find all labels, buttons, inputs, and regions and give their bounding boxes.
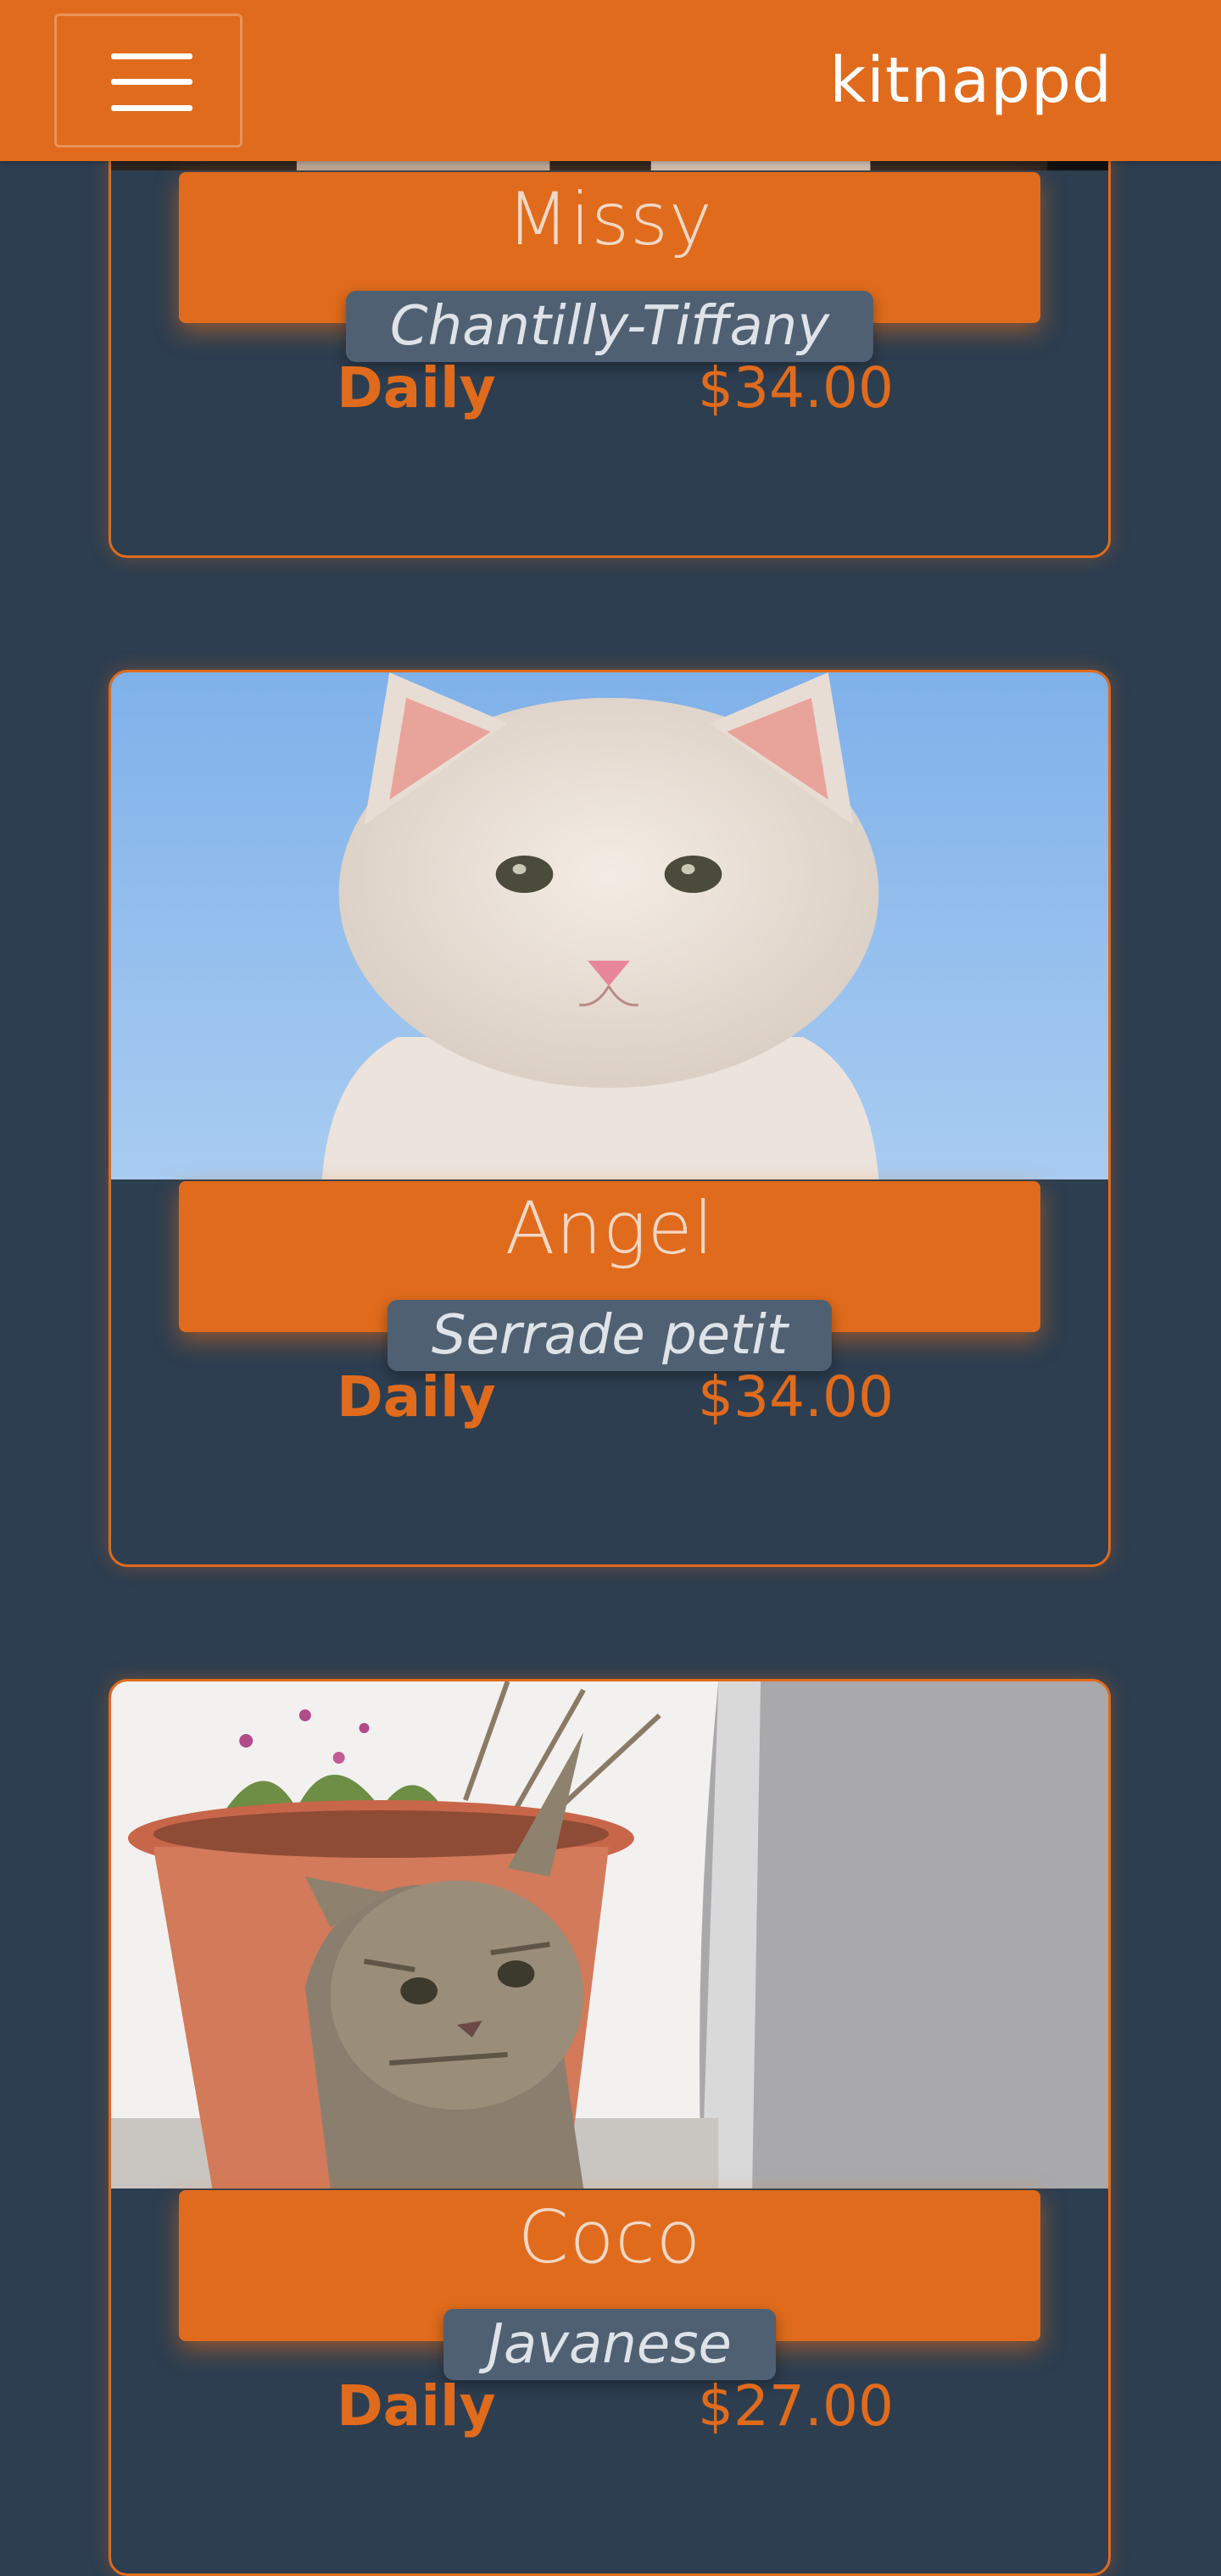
- hamburger-menu-icon-line: [111, 105, 192, 111]
- hamburger-menu-button[interactable]: [54, 14, 243, 148]
- rate-label: Daily: [337, 1364, 496, 1430]
- rate-price: $34.00: [698, 1364, 894, 1430]
- top-navbar: kitnappd: [0, 0, 1221, 161]
- kitten-photo: [111, 1681, 1108, 2188]
- hamburger-menu-icon: [111, 53, 192, 59]
- rate-label: Daily: [337, 355, 496, 421]
- rate-label: Daily: [337, 2373, 496, 2439]
- kitten-card[interactable]: Angel Serrade petit Daily $34.00: [109, 670, 1111, 1567]
- brand-link[interactable]: kitnappd: [829, 0, 1112, 161]
- kitten-card[interactable]: Coco Javanese Daily $27.00: [109, 1679, 1111, 2576]
- hamburger-menu-icon-line: [111, 79, 192, 85]
- rate-price: $34.00: [698, 355, 894, 421]
- rate-price: $27.00: [698, 2373, 894, 2439]
- kitten-photo: [111, 672, 1108, 1179]
